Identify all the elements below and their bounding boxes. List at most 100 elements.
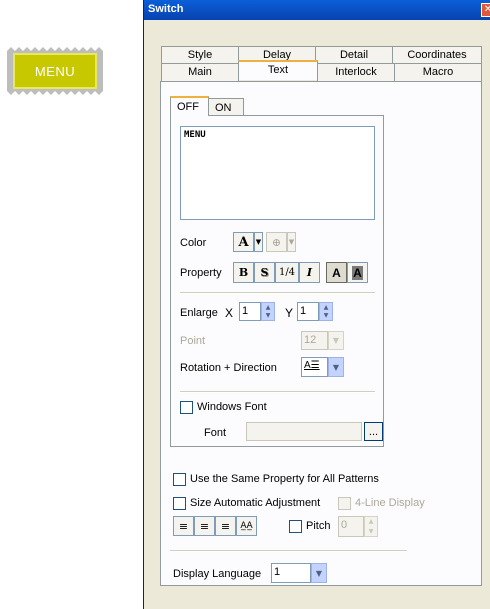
tab-off[interactable]: OFF <box>170 96 209 116</box>
windows-font-label: Windows Font <box>197 401 267 413</box>
tab-main[interactable]: Main <box>161 63 239 82</box>
align-left-button[interactable]: ≡ <box>173 516 194 536</box>
same-property-checkbox[interactable] <box>173 473 186 486</box>
align-right-icon: ≡ <box>220 519 231 533</box>
enlarge-y-spinner[interactable]: ▲ ▼ <box>319 302 333 321</box>
menu-switch-label: MENU <box>34 63 76 79</box>
char-spacing-button[interactable]: A̲A̲ <box>236 516 257 536</box>
pitch-label: Pitch <box>306 520 331 532</box>
menu-switch-object[interactable]: MENU <box>7 47 103 95</box>
spin-up-icon: ▲ <box>265 303 271 311</box>
tab-macro[interactable]: Macro <box>394 63 482 82</box>
switch-text-input[interactable]: MENU <box>180 126 375 220</box>
close-icon: ✕ <box>483 4 490 15</box>
close-button[interactable]: ✕ <box>481 3 490 17</box>
four-line-checkbox[interactable] <box>338 497 351 510</box>
property-label: Property <box>180 267 222 279</box>
tab-on-label: ON <box>215 102 232 114</box>
bold-icon: B <box>238 266 249 279</box>
point-label: Point <box>180 335 206 347</box>
tab-style[interactable]: Style <box>161 46 239 64</box>
font-label: Font <box>204 427 227 439</box>
tab-coordinates-label: Coordinates <box>407 49 467 61</box>
divider <box>180 292 375 294</box>
menu-switch-face: MENU <box>13 53 97 89</box>
shadow-icon: S <box>260 266 269 279</box>
tab-detail[interactable]: Detail <box>315 46 393 64</box>
font-browse-button[interactable]: ... <box>364 422 383 441</box>
dialog-title: Switch <box>148 3 184 15</box>
inverse-text-icon: A <box>352 265 363 280</box>
windows-font-checkbox[interactable] <box>180 401 193 414</box>
inverse-text-button[interactable]: A <box>347 262 368 283</box>
rotation-direction-label: Rotation + Direction <box>180 362 277 374</box>
pitch-spinner[interactable]: ▲ ▼ <box>364 516 378 537</box>
tab-text[interactable]: Text <box>238 60 318 80</box>
align-right-button[interactable]: ≡ <box>215 516 236 536</box>
font-color-button[interactable]: A <box>233 232 254 252</box>
rotation-direction-dropdown[interactable]: ▼ <box>328 357 344 377</box>
spin-up-icon: ▲ <box>323 303 329 311</box>
chevron-down-icon: ▼ <box>315 568 323 578</box>
background-color-dropdown[interactable]: ▼ <box>287 232 296 252</box>
size-auto-label: Size Automatic Adjustment <box>190 497 321 509</box>
enlarge-y-input[interactable]: 1 <box>297 302 319 321</box>
tab-interlock[interactable]: Interlock <box>317 63 395 82</box>
pitch-checkbox[interactable] <box>289 520 302 533</box>
chevron-down-icon: ▼ <box>255 238 262 246</box>
four-line-label: 4-Line Display <box>355 497 425 509</box>
color-label: Color <box>180 237 207 249</box>
background-color-button[interactable]: ⊕ <box>266 232 287 252</box>
fraction-icon: 1/4 <box>278 267 296 278</box>
font-name-field[interactable] <box>246 422 362 441</box>
char-spacing-icon: A̲A̲ <box>240 521 253 531</box>
divider <box>180 391 375 393</box>
enlarge-x-spinner[interactable]: ▲ ▼ <box>261 302 275 321</box>
normal-text-button[interactable]: A <box>326 262 347 283</box>
italic-icon: I <box>306 266 313 279</box>
chevron-down-icon: ▼ <box>288 238 295 246</box>
rotation-direction-select[interactable]: A☰ <box>301 357 328 377</box>
font-color-dropdown[interactable]: ▼ <box>254 232 263 252</box>
fraction-button[interactable]: 1/4 <box>275 262 299 283</box>
tab-main-label: Main <box>188 66 212 78</box>
divider <box>170 550 407 552</box>
chevron-down-icon: ▼ <box>332 336 340 345</box>
spin-down-icon: ▼ <box>323 312 329 320</box>
shadow-button[interactable]: S <box>254 262 275 283</box>
enlarge-y-label: Y <box>285 306 294 320</box>
spin-down-icon: ▼ <box>368 527 374 535</box>
display-language-select[interactable]: 1 <box>271 563 311 583</box>
pitch-input[interactable]: 0 <box>338 516 364 537</box>
spin-up-icon: ▲ <box>368 518 374 526</box>
tab-text-label: Text <box>267 64 289 76</box>
chevron-down-icon: ▼ <box>332 362 340 372</box>
same-property-label: Use the Same Property for All Patterns <box>190 473 379 485</box>
tab-macro-label: Macro <box>422 66 454 78</box>
tab-on[interactable]: ON <box>208 98 244 116</box>
bold-button[interactable]: B <box>233 262 254 283</box>
tab-detail-label: Detail <box>339 49 369 61</box>
tab-interlock-label: Interlock <box>335 66 377 78</box>
ellipsis-icon: ... <box>368 425 379 438</box>
enlarge-x-input[interactable]: 1 <box>239 302 261 321</box>
enlarge-label: Enlarge <box>180 307 218 319</box>
align-center-button[interactable]: ≡ <box>194 516 215 536</box>
align-left-icon: ≡ <box>178 519 189 533</box>
display-language-label: Display Language <box>173 568 262 580</box>
enlarge-x-label: X <box>225 306 234 320</box>
size-auto-checkbox[interactable] <box>173 497 186 510</box>
title-bar[interactable]: Switch ✕ <box>144 0 490 20</box>
align-center-icon: ≡ <box>199 519 210 533</box>
point-dropdown[interactable]: ▼ <box>328 331 344 350</box>
display-language-dropdown[interactable]: ▼ <box>311 563 327 583</box>
point-select[interactable]: 12 <box>301 331 328 350</box>
switch-dialog: Switch ✕ Style Delay Detail Coordinates … <box>143 0 490 609</box>
tab-style-label: Style <box>187 49 213 61</box>
italic-button[interactable]: I <box>299 262 320 283</box>
tab-off-label: OFF <box>177 101 199 113</box>
tab-coordinates[interactable]: Coordinates <box>392 46 482 64</box>
spin-down-icon: ▼ <box>265 312 271 320</box>
normal-text-icon: A <box>332 265 341 280</box>
font-color-icon: A <box>238 234 249 250</box>
